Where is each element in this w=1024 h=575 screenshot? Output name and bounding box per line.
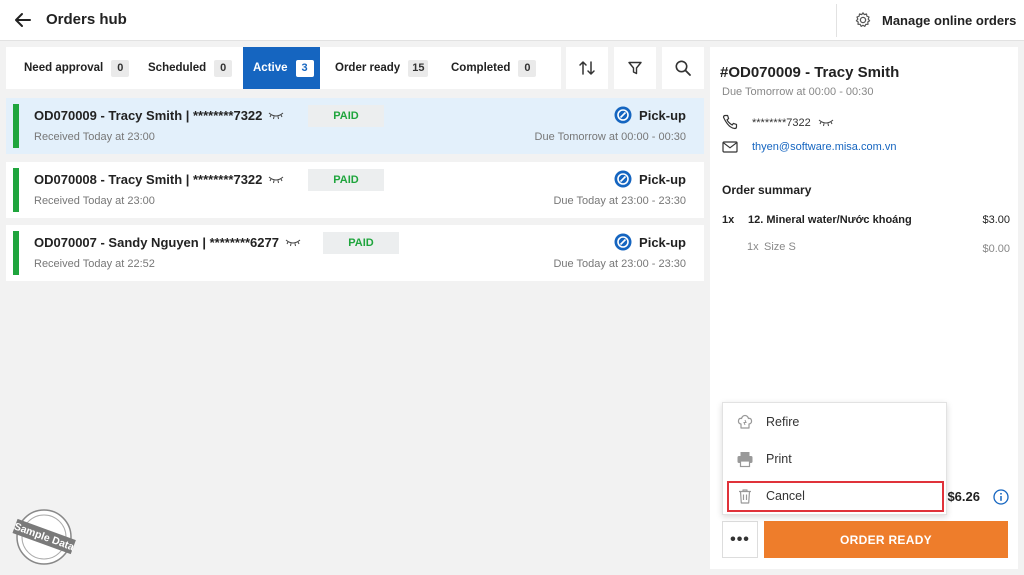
more-actions-button[interactable]: ••• [722,521,758,558]
phone-number: ********7322 [752,117,811,129]
chef-hat-icon [737,414,753,429]
status-bar [13,231,19,275]
gear-icon [855,12,871,27]
header-divider [836,4,837,37]
sort-arrows-icon [579,61,595,75]
tab-active[interactable]: Active 3 [243,47,320,89]
order-ready-button[interactable]: ORDER READY [764,521,1008,558]
modifier-name: Size S [764,241,796,253]
pickup-label: Pick-up [639,234,686,250]
item-quantity: 1x [722,214,735,226]
due-time: Due Today at 23:00 - 23:30 [553,195,686,207]
order-name: OD070008 - Tracy Smith | ********7322 [34,172,263,187]
status-bar [13,168,19,212]
pickup-icon [614,170,632,188]
tab-count-badge: 3 [295,59,314,77]
menu-item-label: Cancel [766,489,805,503]
order-summary-title: Order summary [722,183,812,197]
orders-list-panel: Need approval 0 Scheduled 0 Active 3 Ord… [0,41,710,575]
tab-need-approval[interactable]: Need approval 0 [14,47,139,89]
received-time: Received Today at 22:52 [34,258,155,270]
tab-label: Completed [451,62,511,74]
menu-item-label: Print [766,452,792,466]
detail-title: #OD070009 - Tracy Smith [720,64,900,81]
tab-label: Scheduled [148,62,207,74]
eye-closed-icon[interactable] [268,175,284,185]
printer-icon [737,452,753,468]
eye-closed-icon[interactable] [285,238,301,248]
tab-count-badge: 0 [214,59,233,77]
order-row[interactable]: OD070008 - Tracy Smith | ********7322 PA… [6,162,704,218]
status-badge: PAID [308,169,384,191]
customer-email[interactable]: thyen@software.misa.com.vn [752,141,896,153]
pickup-method: Pick-up [614,170,686,188]
manage-online-orders-label: Manage online orders [882,12,1017,28]
order-name: OD070007 - Sandy Nguyen | ********6277 [34,235,279,250]
order-name: OD070009 - Tracy Smith | ********7322 [34,108,263,123]
order-title: OD070008 - Tracy Smith | ********7322 [34,172,284,187]
modifier-quantity: 1x [747,241,759,253]
eye-closed-icon[interactable] [818,118,834,128]
pickup-icon [614,106,632,124]
menu-item-refire[interactable]: Refire [723,405,946,439]
back-arrow-icon[interactable] [12,9,34,31]
search-button[interactable] [662,47,704,89]
filter-icon [628,61,642,75]
sort-button[interactable] [566,47,608,89]
order-title: OD070009 - Tracy Smith | ********7322 [34,108,284,123]
item-name: 12. Mineral water/Nước khoáng [748,214,912,226]
trash-icon [739,489,751,504]
tab-count-badge: 15 [408,59,429,77]
tab-label: Active [253,62,288,74]
tab-order-ready[interactable]: Order ready 15 [325,47,438,89]
info-icon[interactable] [993,489,1009,505]
pickup-label: Pick-up [639,171,686,187]
order-row[interactable]: OD070007 - Sandy Nguyen | ********6277 P… [6,225,704,281]
received-time: Received Today at 23:00 [34,131,155,143]
detail-due-time: Due Tomorrow at 00:00 - 00:30 [722,86,874,98]
order-title: OD070007 - Sandy Nguyen | ********6277 [34,235,301,250]
app-header: Orders hub Manage online orders [0,0,1024,41]
manage-online-orders-button[interactable]: Manage online orders [854,8,1016,32]
pickup-method: Pick-up [614,106,686,124]
order-total: $6.26 [947,489,980,504]
filter-button[interactable] [614,47,656,89]
tab-label: Order ready [335,62,401,74]
tab-count-badge: 0 [111,59,130,77]
menu-item-cancel[interactable]: Cancel [723,479,946,513]
tab-completed[interactable]: Completed 0 [441,47,546,89]
phone-icon [722,114,738,130]
menu-item-label: Refire [766,415,800,429]
due-time: Due Tomorrow at 00:00 - 00:30 [534,131,686,143]
tab-count-badge: 0 [518,59,537,77]
due-time: Due Today at 23:00 - 23:30 [553,258,686,270]
menu-item-print[interactable]: Print [723,442,946,476]
item-price: $3.00 [982,214,1010,226]
sample-data-stamp: Sample Data [12,509,76,565]
tab-scheduled[interactable]: Scheduled 0 [138,47,242,89]
customer-phone: ********7322 [752,117,834,129]
status-tabs: Need approval 0 Scheduled 0 Active 3 Ord… [6,47,561,89]
eye-closed-icon[interactable] [268,111,284,121]
modifier-price: $0.00 [982,243,1010,255]
mail-icon [722,141,738,153]
status-bar [13,104,19,148]
order-row[interactable]: OD070009 - Tracy Smith | ********7322 PA… [6,98,704,154]
pickup-icon [614,233,632,251]
pickup-label: Pick-up [639,107,686,123]
tab-label: Need approval [24,62,104,74]
search-icon [675,60,691,76]
actions-menu: Refire Print Cancel [722,402,947,515]
status-badge: PAID [323,232,399,254]
page-title: Orders hub [46,11,127,28]
pickup-method: Pick-up [614,233,686,251]
status-badge: PAID [308,105,384,127]
received-time: Received Today at 23:00 [34,195,155,207]
